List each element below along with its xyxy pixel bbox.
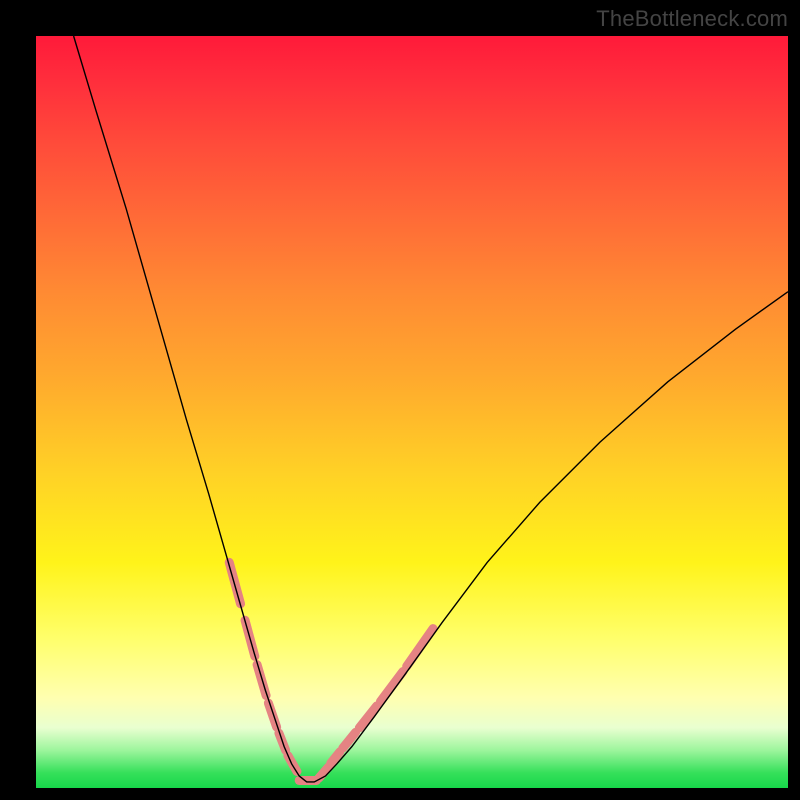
- plot-area: [36, 36, 788, 788]
- highlight-dash: [407, 629, 433, 667]
- main-curve: [74, 36, 788, 782]
- watermark-text: TheBottleneck.com: [596, 6, 788, 32]
- highlight-dash: [380, 671, 403, 701]
- chart-frame: TheBottleneck.com: [0, 0, 800, 800]
- chart-svg: [36, 36, 788, 788]
- highlight-dash: [343, 732, 356, 748]
- highlight-dash: [268, 703, 276, 727]
